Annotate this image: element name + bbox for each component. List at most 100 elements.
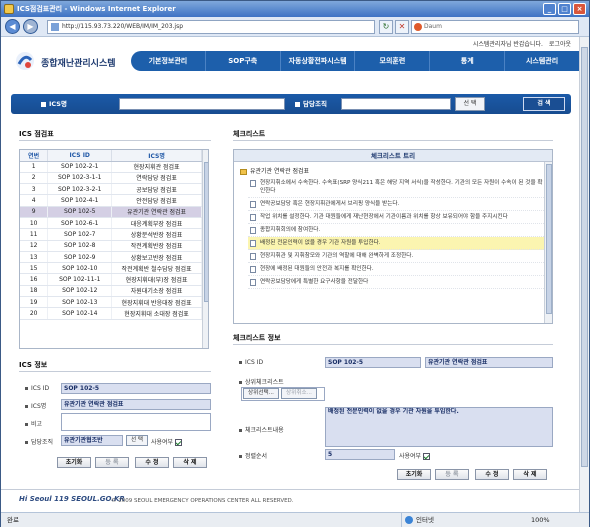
col-no[interactable]: 연번 [20, 150, 49, 162]
owner-input[interactable] [341, 98, 451, 110]
table-scrollbar[interactable] [202, 150, 208, 348]
owner-select-button[interactable]: 선 택 [126, 435, 148, 446]
status-bar: 완료 인터넷 100% [1, 512, 589, 527]
tree-item-label: 작업 위치를 설정한다. 기관 대원들에게 재난현장에서 기관이름과 위치를 항… [260, 214, 508, 220]
cell-id: SOP 102-10 [47, 262, 113, 275]
cl-ics-name-field[interactable]: 유관기관 연락관 점검표 [425, 357, 553, 368]
logout-link[interactable]: 로그아웃 [549, 39, 571, 48]
table-row[interactable]: 13 SOP 102-9 상황보고반장 점검표 [20, 251, 202, 264]
tree-scrollbar[interactable] [544, 162, 552, 323]
cell-name: 현장지휘대(부)장 점검표 [111, 273, 202, 286]
minimize-button[interactable]: _ [543, 3, 556, 15]
table-row[interactable]: 20 SOP 102-14 현장지휘대 소대장 점검표 [20, 307, 202, 320]
table-row[interactable]: 3 SOP 102-3-2-1 공보담당 점검표 [20, 183, 202, 196]
tree-root[interactable]: 유관기관 연락관 점검표 [240, 166, 309, 175]
parent-select-button[interactable]: 상위선택... [243, 388, 279, 399]
cell-name: 연락담당 점검표 [111, 172, 202, 185]
cell-id: SOP 102-8 [47, 240, 113, 252]
cell-name: 현장지휘관 점검표 [111, 161, 202, 173]
col-ics-name[interactable]: ICS명 [111, 150, 202, 162]
back-button[interactable]: ◀ [5, 19, 20, 34]
order-field[interactable]: 5 [325, 449, 395, 460]
ics-id-label: ICS ID [25, 385, 49, 392]
cl-delete-button[interactable]: 삭 제 [513, 469, 547, 480]
tree-item[interactable]: 현장지휘관 및 지휘참모와 기관의 역할에 대해 완벽하게 조정한다. [248, 250, 546, 263]
use-flag[interactable]: 사용여부 [151, 437, 183, 446]
table-row[interactable]: 16 SOP 102-11-1 현장지휘대(부)장 점검표 [20, 273, 202, 286]
cell-name: 유관기관 연락관 점검표 [111, 206, 202, 218]
use-flag-checkbox[interactable] [175, 439, 183, 446]
address-toolbar: ◀ ▶ http://115.93.73.220/WEB/IM/IM_203.j… [1, 17, 589, 37]
main-nav: 기본정보관리 SOP구축 자동상황전파시스템 모의훈련 통계 시스템관리 [131, 51, 579, 71]
content-field[interactable]: 배정된 전문인력이 없을 경우 기관 자원을 투입한다. [325, 407, 553, 447]
document-icon [250, 201, 256, 208]
table-row[interactable]: 4 SOP 102-4-1 안전담당 점검표 [20, 194, 202, 207]
cl-register-button[interactable]: 등 록 [435, 469, 469, 480]
tree-item[interactable]: 연락공보담당 혹은 현장지휘관에게서 브리핑 양식을 받는다. [248, 198, 546, 211]
cl-reset-button[interactable]: 초기화 [397, 469, 431, 480]
cl-ics-id-field[interactable]: SOP 102-5 [325, 357, 421, 368]
search-button[interactable]: 검 색 [523, 97, 565, 111]
cell-name: 현장지휘대 반응대장 점검표 [111, 296, 202, 309]
stop-icon[interactable]: ✕ [395, 20, 409, 34]
divider [233, 140, 553, 141]
cl-update-button[interactable]: 수 정 [475, 469, 509, 480]
tree-item[interactable]: 종합지휘회의에 참여한다. [248, 224, 546, 237]
ics-id-field[interactable]: SOP 102-5 [61, 383, 211, 394]
update-button[interactable]: 수 정 [135, 457, 169, 468]
site-logo[interactable]: 종합재난관리시스템 [15, 49, 135, 73]
parent-clear-button[interactable]: 상위취소... [281, 388, 317, 399]
cl-use-flag-checkbox[interactable] [423, 453, 431, 460]
nav-auto-broadcast[interactable]: 자동상황전파시스템 [281, 51, 356, 71]
address-bar[interactable]: http://115.93.73.220/WEB/IM/IM_203.jsp [47, 20, 375, 34]
table-row[interactable]: 2 SOP 102-3-1-1 연락담당 점검표 [20, 172, 202, 185]
maximize-button[interactable]: □ [558, 3, 571, 15]
app-icon [4, 4, 14, 14]
table-row[interactable]: 19 SOP 102-13 현장지휘대 반응대장 점검표 [20, 296, 202, 309]
note-field[interactable] [61, 413, 211, 431]
nav-sop[interactable]: SOP구축 [206, 51, 281, 71]
delete-button[interactable]: 삭 제 [173, 457, 207, 468]
tree-item[interactable]: 배정된 전문인력이 없을 경우 기관 자원을 투입한다. [248, 237, 546, 250]
document-icon [250, 266, 256, 273]
ics-name-field[interactable]: 유관기관 연락관 점검표 [61, 399, 211, 410]
cell-no: 13 [20, 251, 49, 264]
register-button[interactable]: 등 록 [95, 457, 129, 468]
table-row[interactable]: 18 SOP 102-12 자원대기소장 점검표 [20, 285, 202, 298]
table-row[interactable]: 9 SOP 102-5 유관기관 연락관 점검표 [20, 206, 202, 218]
cell-no: 1 [20, 161, 49, 173]
refresh-icon[interactable]: ↻ [379, 20, 393, 34]
cell-name: 작전계획반장 점검표 [111, 240, 202, 252]
table-row[interactable]: 12 SOP 102-8 작전계획반장 점검표 [20, 240, 202, 252]
owner-field[interactable]: 유관기관협조반 [61, 435, 123, 446]
browser-search-input[interactable]: Daum [411, 20, 579, 34]
col-ics-id[interactable]: ICS ID [47, 150, 113, 162]
ics-name-input[interactable] [119, 98, 285, 110]
nav-basic-info[interactable]: 기본정보관리 [131, 51, 206, 71]
forward-button[interactable]: ▶ [23, 19, 38, 34]
table-row[interactable]: 10 SOP 102-6-1 대응계획부장 점검표 [20, 217, 202, 230]
owner-select-button[interactable]: 선 택 [455, 97, 485, 111]
table-row[interactable]: 1 SOP 102-2-1 현장지휘관 점검표 [20, 161, 202, 173]
nav-stats[interactable]: 통계 [430, 51, 506, 71]
ics-name-label: ICS명 [25, 401, 46, 410]
cell-name: 자원대기소장 점검표 [111, 285, 202, 298]
nav-drill[interactable]: 모의훈련 [355, 51, 431, 71]
zoom-level[interactable]: 100% [531, 513, 550, 527]
close-button[interactable]: × [573, 3, 586, 15]
reset-button[interactable]: 초기화 [57, 457, 91, 468]
tree-item[interactable]: 현장지휘소에서 수속한다. 수속표(SRP 양식211 혹은 해당 지역 서식)… [248, 177, 546, 198]
table-row[interactable]: 11 SOP 102-7 상황분석반장 점검표 [20, 228, 202, 241]
page-scrollbar[interactable] [579, 37, 589, 512]
ics-checklist-table: 연번 ICS ID ICS명 1 SOP 102-2-1 현장지휘관 점검표 2 SOP… [19, 149, 209, 349]
status-text: 완료 [7, 516, 19, 524]
tree-item[interactable]: 연락공보담당에게 특별한 요구사항을 전달한다 [248, 276, 546, 289]
tree-item[interactable]: 현장에 배정된 대원들의 안전과 복지를 확인한다. [248, 263, 546, 276]
table-row[interactable]: 15 SOP 102-10 작전계획반 철수담당 점검표 [20, 262, 202, 275]
nav-system[interactable]: 시스템관리 [505, 51, 579, 71]
tree-item[interactable]: 작업 위치를 설정한다. 기관 대원들에게 재난현장에서 기관이름과 위치를 항… [248, 211, 546, 224]
url-text: http://115.93.73.220/WEB/IM/IM_203.jsp [62, 23, 184, 30]
cl-use-flag[interactable]: 사용여부 [399, 451, 431, 460]
tree-item-label: 연락공보담당 혹은 현장지휘관에게서 브리핑 양식을 받는다. [260, 201, 400, 207]
cell-id: SOP 102-2-1 [47, 161, 113, 173]
